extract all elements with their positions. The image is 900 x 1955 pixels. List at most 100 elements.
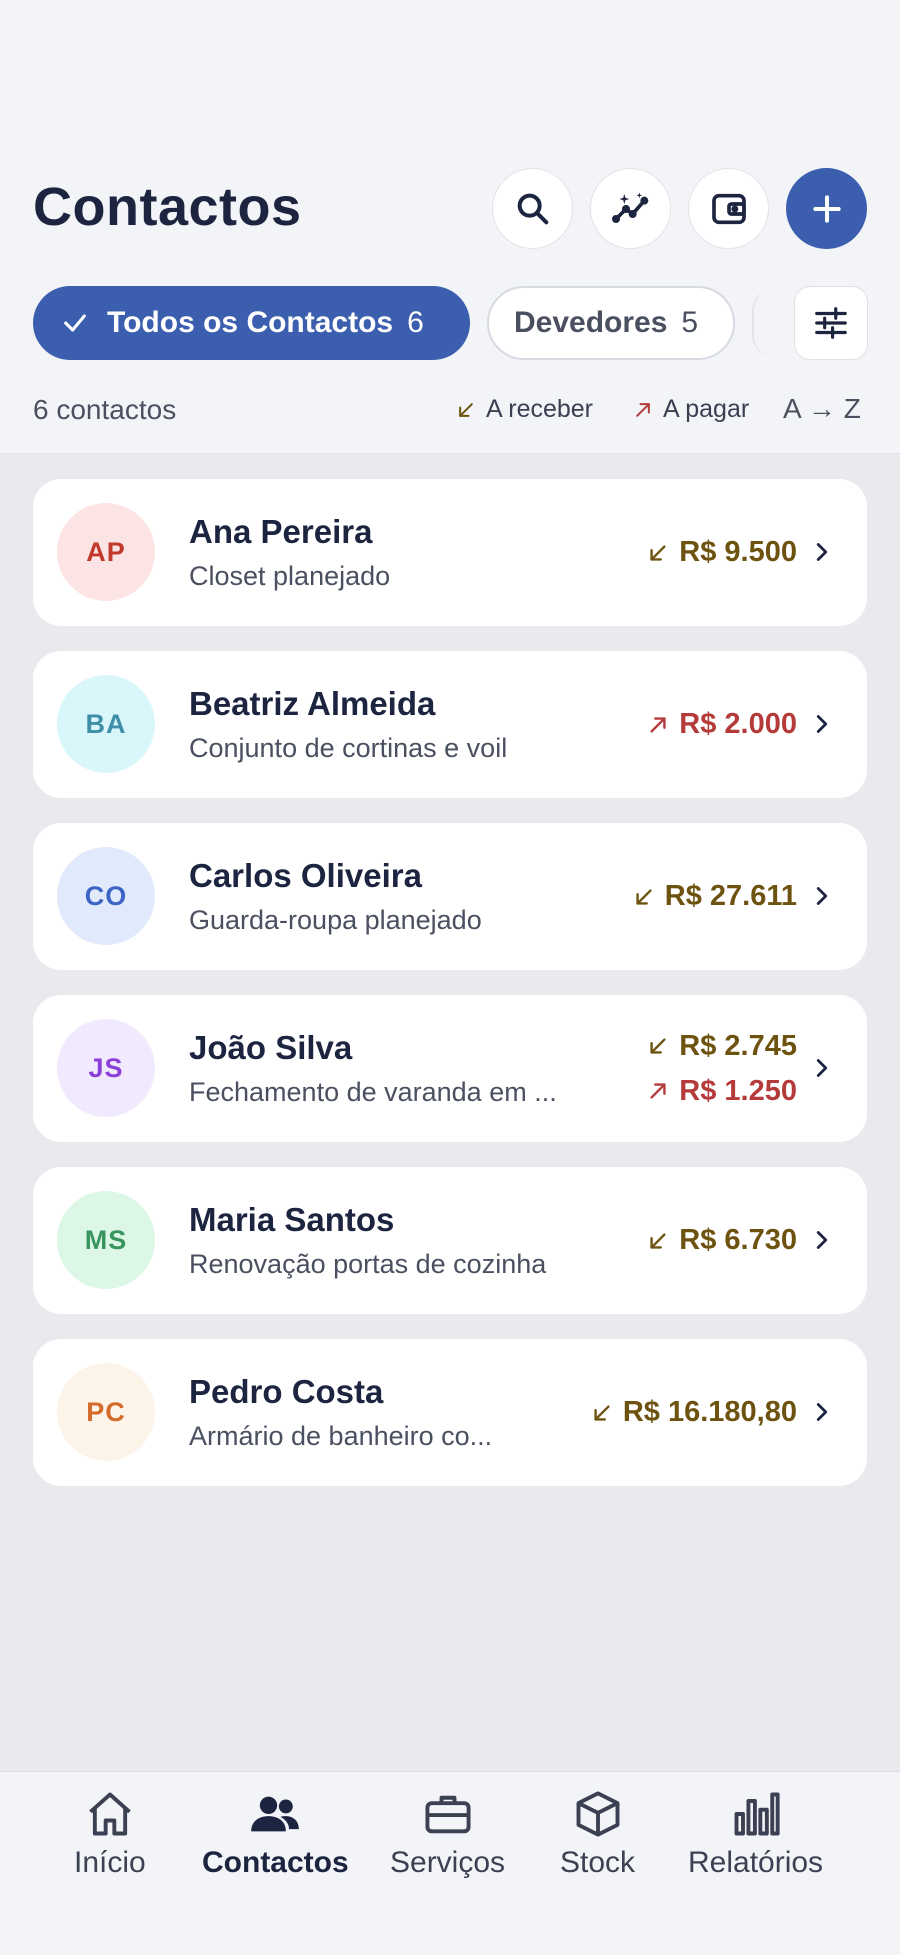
chevron-right-icon xyxy=(816,715,828,733)
contact-amounts: R$ 2.745 R$ 1.250 xyxy=(647,995,797,1142)
search-button[interactable] xyxy=(492,168,573,249)
amount-receive-value: R$ 16.180,80 xyxy=(622,1396,797,1428)
filter-chip-all-label: Todos os Contactos xyxy=(107,306,394,339)
contact-card[interactable]: CO Carlos Oliveira Guarda-roupa planejad… xyxy=(33,823,867,970)
chevron-right-icon xyxy=(816,887,828,905)
contact-description: Armário de banheiro co... xyxy=(189,1421,493,1451)
bottom-nav: Início Contactos Serviços Stock Relatóri… xyxy=(0,1771,900,1955)
contact-amounts: R$ 6.730 xyxy=(647,1167,797,1314)
sort-button[interactable]: A → Z xyxy=(783,393,861,425)
add-contact-button[interactable] xyxy=(786,168,867,249)
amount-receive: R$ 9.500 xyxy=(647,530,797,575)
contact-amounts: R$ 27.611 xyxy=(633,823,797,970)
filter-chip-debtors[interactable]: Devedores 5 xyxy=(487,286,735,360)
avatar: BA xyxy=(57,675,155,773)
contact-description: Fechamento de varanda em ... xyxy=(189,1077,557,1107)
users-icon xyxy=(251,1796,300,1832)
nav-item-stock[interactable]: Stock xyxy=(560,1788,635,1880)
nav-item-home-label: Início xyxy=(74,1846,146,1879)
arrow-down-left-icon xyxy=(459,402,473,417)
contact-name: João Silva xyxy=(189,1029,353,1066)
contact-name: Carlos Oliveira xyxy=(189,857,422,894)
filter-chip-partial[interactable] xyxy=(752,290,772,356)
contact-amounts: R$ 2.000 xyxy=(647,651,797,798)
briefcase-icon xyxy=(424,1795,471,1834)
contact-name: Ana Pereira xyxy=(189,513,373,550)
legend-pay-label: A pagar xyxy=(663,395,750,423)
filter-chip-all[interactable]: Todos os Contactos 6 xyxy=(33,286,470,360)
arrow-up-right-icon xyxy=(636,402,650,417)
nav-item-reports-label: Relatórios xyxy=(688,1846,824,1879)
contact-card[interactable]: PC Pedro Costa Armário de banheiro co...… xyxy=(33,1339,867,1486)
arrow-down-left-icon xyxy=(650,1232,666,1249)
contact-description: Guarda-roupa planejado xyxy=(189,905,482,935)
legend-receive-label: A receber xyxy=(486,395,594,423)
sparkle-chart-icon xyxy=(611,191,648,223)
nav-item-contacts[interactable]: Contactos xyxy=(202,1788,349,1880)
avatar: JS xyxy=(57,1019,155,1117)
filter-settings-button[interactable] xyxy=(794,286,868,360)
contact-card[interactable]: JS João Silva Fechamento de varanda em .… xyxy=(33,995,867,1142)
contact-card[interactable]: BA Beatriz Almeida Conjunto de cortinas … xyxy=(33,651,867,798)
arrow-down-left-icon xyxy=(636,888,652,905)
home-icon xyxy=(89,1792,131,1836)
check-icon xyxy=(64,314,86,332)
chevron-right-icon xyxy=(816,543,828,561)
amount-receive-value: R$ 2.745 xyxy=(679,1029,797,1062)
legend-receive: A receber xyxy=(456,395,593,424)
insights-button[interactable] xyxy=(590,168,671,249)
amount-pay: R$ 1.250 xyxy=(647,1069,797,1114)
legend-pay: A pagar xyxy=(633,395,749,424)
nav-item-services[interactable]: Serviços xyxy=(390,1788,505,1880)
contacts-count: 6 contactos xyxy=(33,394,177,425)
nav-item-stock-label: Stock xyxy=(560,1846,636,1879)
bar-chart-icon xyxy=(734,1792,780,1836)
nav-item-contacts-label: Contactos xyxy=(202,1846,349,1879)
amount-receive: R$ 16.180,80 xyxy=(591,1390,797,1435)
page-title: Contactos xyxy=(33,177,302,237)
contact-card[interactable]: AP Ana Pereira Closet planejado R$ 9.500 xyxy=(33,479,867,626)
contact-name: Maria Santos xyxy=(189,1201,395,1238)
wallet-icon xyxy=(711,193,746,224)
sliders-icon xyxy=(815,307,847,339)
avatar: CO xyxy=(57,847,155,945)
contact-card[interactable]: MS Maria Santos Renovação portas de cozi… xyxy=(33,1167,867,1314)
nav-item-services-label: Serviços xyxy=(390,1846,506,1879)
contact-description: Renovação portas de cozinha xyxy=(189,1249,547,1279)
wallet-button[interactable] xyxy=(688,168,769,249)
filter-chip-all-count: 6 xyxy=(407,306,424,339)
header-area: Contactos Todos os Contactos 6 Devedores… xyxy=(0,0,900,454)
avatar: PC xyxy=(57,1363,155,1461)
arrow-up-right-icon xyxy=(650,716,666,733)
amount-receive-value: R$ 9.500 xyxy=(679,536,797,568)
amount-receive: R$ 27.611 xyxy=(633,874,797,919)
chevron-right-icon xyxy=(816,1059,828,1077)
contact-amounts: R$ 16.180,80 xyxy=(591,1339,797,1486)
amount-receive: R$ 6.730 xyxy=(647,1218,797,1263)
amount-receive-value: R$ 27.611 xyxy=(664,880,797,912)
arrow-up-right-icon xyxy=(650,1083,666,1099)
nav-item-home[interactable]: Início xyxy=(74,1788,146,1880)
avatar: MS xyxy=(57,1191,155,1289)
amount-receive-value: R$ 6.730 xyxy=(679,1224,797,1256)
amount-receive: R$ 2.745 xyxy=(647,1024,797,1069)
contact-description: Conjunto de cortinas e voil xyxy=(189,733,508,763)
contact-amounts: R$ 9.500 xyxy=(647,479,797,626)
arrow-down-left-icon xyxy=(594,1404,610,1421)
filter-chip-debtors-count: 5 xyxy=(681,306,699,339)
plus-icon xyxy=(812,194,841,223)
amount-pay: R$ 2.000 xyxy=(647,702,797,747)
filter-chip-debtors-label: Devedores xyxy=(514,306,668,339)
box-icon xyxy=(576,1791,619,1837)
contact-name: Pedro Costa xyxy=(189,1373,384,1410)
contact-name: Beatriz Almeida xyxy=(189,685,436,722)
avatar: AP xyxy=(57,503,155,601)
arrow-down-left-icon xyxy=(650,544,666,561)
nav-item-reports[interactable]: Relatórios xyxy=(688,1788,823,1880)
amount-pay-value: R$ 1.250 xyxy=(679,1074,797,1107)
amount-pay-value: R$ 2.000 xyxy=(679,708,797,740)
arrow-down-left-icon xyxy=(650,1038,666,1054)
contact-description: Closet planejado xyxy=(189,561,391,591)
chevron-right-icon xyxy=(816,1231,828,1249)
chevron-right-icon xyxy=(816,1403,828,1421)
